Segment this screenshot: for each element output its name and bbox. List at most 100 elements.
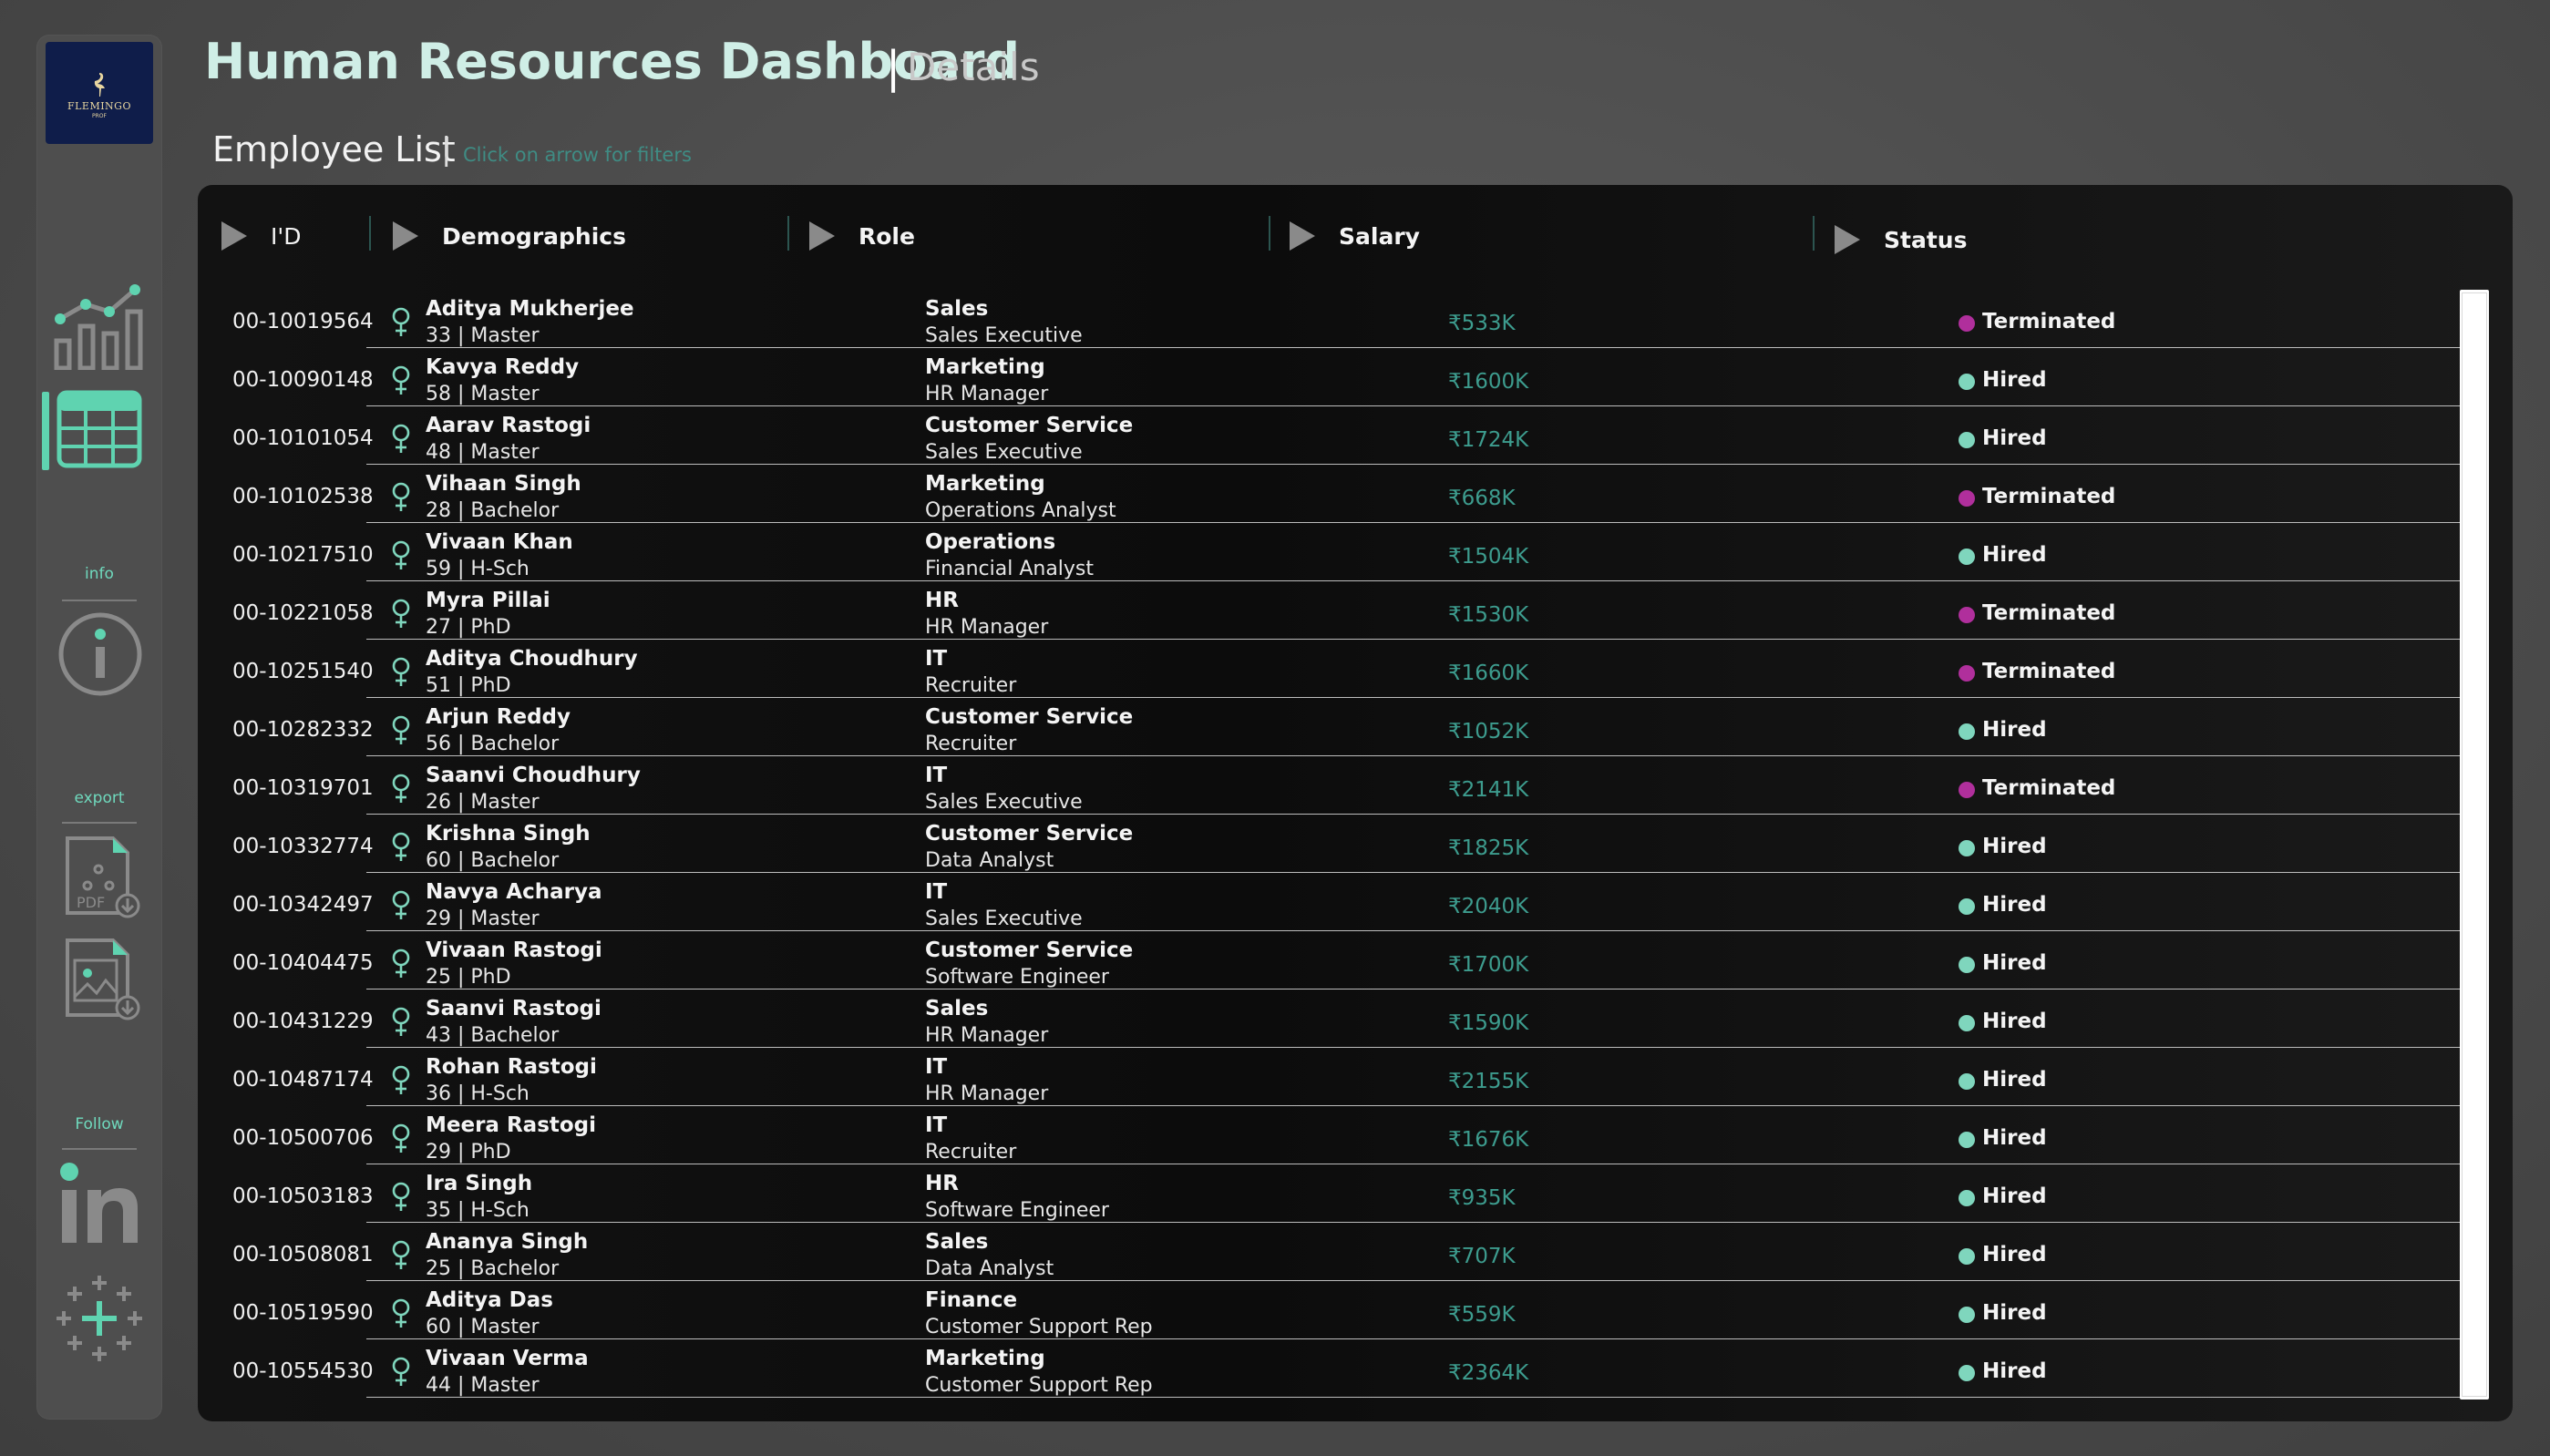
table-row[interactable]: 00-10404475 Vivaan Rastogi 25 | PhD Custome…: [198, 931, 2467, 989]
employee-salary: ₹2141K: [1448, 778, 1529, 802]
table-row[interactable]: 00-10554530 Vivaan Verma 44 | Master Market…: [198, 1339, 2467, 1398]
filter-arrow-icon[interactable]: [809, 221, 835, 251]
table-scrollbar[interactable]: [2460, 290, 2489, 1400]
employee-name: Vivaan Verma: [426, 1347, 589, 1370]
export-label: export: [74, 789, 125, 807]
employee-department: IT: [925, 1055, 948, 1079]
employee-age-education: 58 | Master: [426, 383, 540, 405]
export-pdf-icon[interactable]: PDF: [64, 835, 140, 920]
company-logo[interactable]: FLEMINGO PROF: [46, 42, 153, 144]
employee-id: 00-10251540: [232, 660, 374, 683]
table-row[interactable]: 00-10217510 Vivaan Khan 59 | H-Sch Operatio…: [198, 523, 2467, 581]
employee-department: Sales: [925, 1230, 989, 1254]
table-details-icon[interactable]: [57, 390, 142, 468]
employee-salary: ₹2040K: [1448, 895, 1529, 918]
employee-salary: ₹668K: [1448, 487, 1516, 510]
column-header-id[interactable]: I'D: [221, 218, 302, 254]
employee-id: 00-10508081: [232, 1243, 374, 1266]
table-row[interactable]: 00-10101054 Aarav Rastogi 48 | Master Custo…: [198, 406, 2467, 465]
status-dot: [1959, 315, 1975, 332]
table-row[interactable]: 00-10282332 Arjun Reddy 56 | Bachelor Custo…: [198, 698, 2467, 756]
status-dot: [1959, 1015, 1975, 1031]
table-row[interactable]: 00-10431229 Saanvi Rastogi 43 | Bachelor Sa…: [198, 989, 2467, 1048]
female-icon: [389, 773, 413, 804]
table-row[interactable]: 00-10019564 Aditya Mukherjee 33 | Master Sa…: [198, 290, 2467, 348]
table-row[interactable]: 00-10090148 Kavya Reddy 58 | Master Marketi…: [198, 348, 2467, 406]
export-image-icon[interactable]: [64, 937, 140, 1022]
female-icon: [389, 598, 413, 629]
employee-id: 00-10519590: [232, 1301, 374, 1325]
filter-arrow-icon[interactable]: [1835, 225, 1860, 254]
column-header-salary[interactable]: Salary: [1290, 218, 1420, 254]
status-dot: [1959, 1132, 1975, 1148]
employee-name: Kavya Reddy: [426, 355, 580, 379]
pdf-label: PDF: [77, 894, 105, 911]
filter-arrow-icon[interactable]: [1290, 221, 1315, 251]
employee-id: 00-10487174: [232, 1068, 374, 1092]
overview-chart-icon[interactable]: [53, 279, 148, 370]
column-header-demographics[interactable]: Demographics: [393, 218, 626, 254]
employee-age-education: 25 | Bachelor: [426, 1257, 560, 1280]
employee-status: Hired: [1982, 951, 2047, 975]
filter-arrow-icon[interactable]: [393, 221, 418, 251]
column-label-id: I'D: [271, 222, 302, 250]
employee-id: 00-10221058: [232, 601, 374, 625]
female-icon: [389, 656, 413, 687]
employee-department: Customer Service: [925, 938, 1134, 962]
employee-name: Aditya Choudhury: [426, 647, 638, 671]
employee-department: IT: [925, 764, 948, 787]
info-divider: [62, 600, 137, 601]
employee-job-title: Software Engineer: [925, 966, 1109, 989]
employee-department: IT: [925, 880, 948, 904]
employee-salary: ₹1700K: [1448, 953, 1529, 977]
table-row[interactable]: 00-10342497 Navya Acharya 29 | Master IT Sal…: [198, 873, 2467, 931]
tableau-icon[interactable]: [53, 1272, 146, 1365]
female-icon: [389, 831, 413, 862]
info-label: info: [85, 565, 114, 583]
employee-job-title: Data Analyst: [925, 1257, 1054, 1280]
table-row[interactable]: 00-10319701 Saanvi Choudhury 26 | Master IT…: [198, 756, 2467, 815]
table-row[interactable]: 00-10503183 Ira Singh 35 | H-Sch HR Software…: [198, 1164, 2467, 1223]
employee-department: Customer Service: [925, 705, 1134, 729]
employee-id: 00-10019564: [232, 310, 374, 333]
sidebar: FLEMINGO PROF info export PDF Follow: [36, 35, 162, 1420]
employee-age-education: 29 | PhD: [426, 1141, 511, 1164]
row-divider: [366, 1397, 2467, 1398]
filter-arrow-icon[interactable]: [221, 221, 247, 251]
column-header-role[interactable]: Role: [809, 218, 915, 254]
employee-job-title: Sales Executive: [925, 441, 1083, 464]
employee-department: Operations: [925, 530, 1056, 554]
employee-salary: ₹533K: [1448, 312, 1516, 335]
employee-salary: ₹935K: [1448, 1186, 1516, 1210]
linkedin-icon[interactable]: [57, 1161, 144, 1248]
export-divider: [62, 822, 137, 824]
employee-age-education: 59 | H-Sch: [426, 558, 530, 580]
table-row[interactable]: 00-10102538 Vihaan Singh 28 | Bachelor Mark…: [198, 465, 2467, 523]
table-row[interactable]: 00-10519590 Aditya Das 60 | Master Finance C…: [198, 1281, 2467, 1339]
employee-job-title: Sales Executive: [925, 791, 1083, 814]
employee-name: Aditya Das: [426, 1288, 553, 1312]
table-row[interactable]: 00-10221058 Myra Pillai 27 | PhD HR HR Manag…: [198, 581, 2467, 640]
active-nav-indicator: [42, 392, 49, 470]
employee-age-education: 60 | Master: [426, 1316, 540, 1338]
employee-department: Customer Service: [925, 414, 1134, 437]
table-row[interactable]: 00-10251540 Aditya Choudhury 51 | PhD IT Rec…: [198, 640, 2467, 698]
employee-status: Terminated: [1982, 601, 2116, 625]
info-icon[interactable]: [57, 610, 144, 698]
table-row[interactable]: 00-10332774 Krishna Singh 60 | Bachelor Cus…: [198, 815, 2467, 873]
status-dot: [1959, 782, 1975, 798]
employee-salary: ₹2364K: [1448, 1361, 1529, 1385]
column-label-demographics: Demographics: [442, 222, 626, 250]
female-icon: [389, 423, 413, 454]
employee-department: Customer Service: [925, 822, 1134, 846]
table-row[interactable]: 00-10487174 Rohan Rastogi 36 | H-Sch IT HR M…: [198, 1048, 2467, 1106]
employee-department: Marketing: [925, 1347, 1045, 1370]
employee-status: Hired: [1982, 1359, 2047, 1383]
status-dot: [1959, 840, 1975, 856]
column-header-status[interactable]: Status: [1835, 221, 1967, 258]
page-subtitle: Details: [907, 45, 1040, 89]
table-row[interactable]: 00-10508081 Ananya Singh 25 | Bachelor Sale…: [198, 1223, 2467, 1281]
scrollbar-thumb[interactable]: [2462, 292, 2487, 1397]
employee-name: Krishna Singh: [426, 822, 591, 846]
table-row[interactable]: 00-10500706 Meera Rastogi 29 | PhD IT Recrui…: [198, 1106, 2467, 1164]
